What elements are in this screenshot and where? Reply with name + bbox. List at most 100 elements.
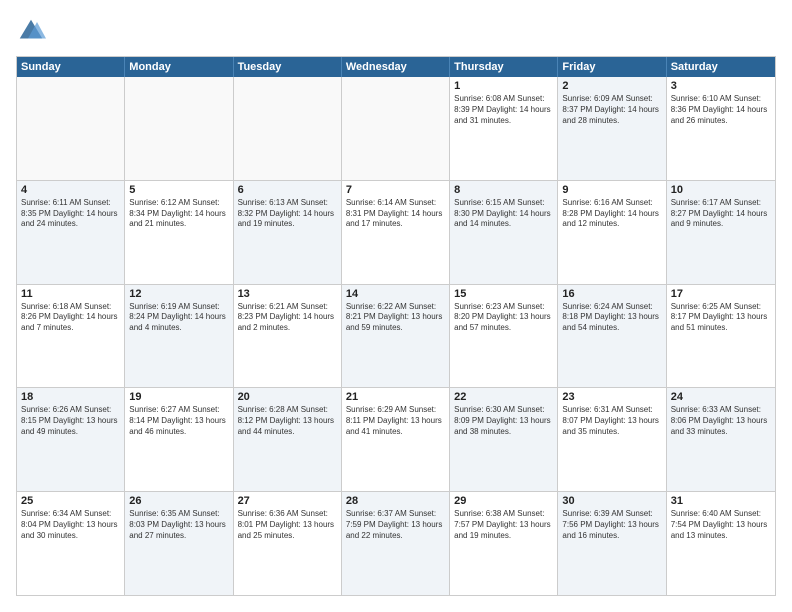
- day-number: 30: [562, 495, 661, 507]
- day-info: Sunrise: 6:13 AM Sunset: 8:32 PM Dayligh…: [238, 198, 337, 230]
- day-cell-25: 25 Sunrise: 6:34 AM Sunset: 8:04 PM Dayli…: [17, 492, 125, 595]
- day-number: 25: [21, 495, 120, 507]
- day-number: 14: [346, 288, 445, 300]
- day-cell-31: 31 Sunrise: 6:40 AM Sunset: 7:54 PM Dayli…: [667, 492, 775, 595]
- day-cell-12: 12 Sunrise: 6:19 AM Sunset: 8:24 PM Dayli…: [125, 285, 233, 388]
- day-info: Sunrise: 6:40 AM Sunset: 7:54 PM Dayligh…: [671, 509, 771, 541]
- day-number: 28: [346, 495, 445, 507]
- day-info: Sunrise: 6:38 AM Sunset: 7:57 PM Dayligh…: [454, 509, 553, 541]
- day-info: Sunrise: 6:35 AM Sunset: 8:03 PM Dayligh…: [129, 509, 228, 541]
- day-cell-9: 9 Sunrise: 6:16 AM Sunset: 8:28 PM Daylig…: [558, 181, 666, 284]
- day-cell-3: 3 Sunrise: 6:10 AM Sunset: 8:36 PM Daylig…: [667, 77, 775, 180]
- day-info: Sunrise: 6:23 AM Sunset: 8:20 PM Dayligh…: [454, 302, 553, 334]
- day-info: Sunrise: 6:21 AM Sunset: 8:23 PM Dayligh…: [238, 302, 337, 334]
- day-info: Sunrise: 6:39 AM Sunset: 7:56 PM Dayligh…: [562, 509, 661, 541]
- day-cell-30: 30 Sunrise: 6:39 AM Sunset: 7:56 PM Dayli…: [558, 492, 666, 595]
- day-number: 12: [129, 288, 228, 300]
- logo: [16, 16, 50, 46]
- calendar-week-5: 25 Sunrise: 6:34 AM Sunset: 8:04 PM Dayli…: [17, 492, 775, 595]
- day-number: 16: [562, 288, 661, 300]
- day-info: Sunrise: 6:14 AM Sunset: 8:31 PM Dayligh…: [346, 198, 445, 230]
- day-cell-23: 23Sunrise: 6:31 AM Sunset: 8:07 PM Dayli…: [558, 388, 666, 491]
- day-info: Sunrise: 6:33 AM Sunset: 8:06 PM Dayligh…: [671, 405, 771, 437]
- day-number: 29: [454, 495, 553, 507]
- day-number: 21: [346, 391, 445, 403]
- header-day-wednesday: Wednesday: [342, 57, 450, 77]
- day-info: Sunrise: 6:10 AM Sunset: 8:36 PM Dayligh…: [671, 94, 771, 126]
- day-cell-21: 21 Sunrise: 6:29 AM Sunset: 8:11 PM Dayli…: [342, 388, 450, 491]
- header: [16, 16, 776, 46]
- day-number: 17: [671, 288, 771, 300]
- day-number: 1: [454, 80, 553, 92]
- calendar: SundayMondayTuesdayWednesdayThursdayFrid…: [16, 56, 776, 596]
- empty-cell: [17, 77, 125, 180]
- day-cell-5: 5Sunrise: 6:12 AM Sunset: 8:34 PM Daylig…: [125, 181, 233, 284]
- day-cell-22: 22 Sunrise: 6:30 AM Sunset: 8:09 PM Dayli…: [450, 388, 558, 491]
- day-info: Sunrise: 6:30 AM Sunset: 8:09 PM Dayligh…: [454, 405, 553, 437]
- day-info: Sunrise: 6:29 AM Sunset: 8:11 PM Dayligh…: [346, 405, 445, 437]
- empty-cell: [342, 77, 450, 180]
- day-info: Sunrise: 6:16 AM Sunset: 8:28 PM Dayligh…: [562, 198, 661, 230]
- day-cell-19: 19Sunrise: 6:27 AM Sunset: 8:14 PM Dayli…: [125, 388, 233, 491]
- day-info: Sunrise: 6:19 AM Sunset: 8:24 PM Dayligh…: [129, 302, 228, 334]
- calendar-week-4: 18 Sunrise: 6:26 AM Sunset: 8:15 PM Dayli…: [17, 388, 775, 492]
- day-info: Sunrise: 6:22 AM Sunset: 8:21 PM Dayligh…: [346, 302, 445, 334]
- day-number: 7: [346, 184, 445, 196]
- calendar-header: SundayMondayTuesdayWednesdayThursdayFrid…: [17, 57, 775, 77]
- day-cell-29: 29 Sunrise: 6:38 AM Sunset: 7:57 PM Dayli…: [450, 492, 558, 595]
- day-info: Sunrise: 6:17 AM Sunset: 8:27 PM Dayligh…: [671, 198, 771, 230]
- calendar-week-2: 4Sunrise: 6:11 AM Sunset: 8:35 PM Daylig…: [17, 181, 775, 285]
- day-number: 11: [21, 288, 120, 300]
- day-number: 9: [562, 184, 661, 196]
- header-day-tuesday: Tuesday: [234, 57, 342, 77]
- day-cell-2: 2 Sunrise: 6:09 AM Sunset: 8:37 PM Daylig…: [558, 77, 666, 180]
- day-number: 27: [238, 495, 337, 507]
- day-number: 6: [238, 184, 337, 196]
- logo-icon: [16, 16, 46, 46]
- day-number: 4: [21, 184, 120, 196]
- day-number: 3: [671, 80, 771, 92]
- day-info: Sunrise: 6:25 AM Sunset: 8:17 PM Dayligh…: [671, 302, 771, 334]
- day-cell-11: 11 Sunrise: 6:18 AM Sunset: 8:26 PM Dayli…: [17, 285, 125, 388]
- header-day-monday: Monday: [125, 57, 233, 77]
- day-number: 26: [129, 495, 228, 507]
- day-info: Sunrise: 6:15 AM Sunset: 8:30 PM Dayligh…: [454, 198, 553, 230]
- day-info: Sunrise: 6:09 AM Sunset: 8:37 PM Dayligh…: [562, 94, 661, 126]
- day-cell-20: 20 Sunrise: 6:28 AM Sunset: 8:12 PM Dayli…: [234, 388, 342, 491]
- day-info: Sunrise: 6:28 AM Sunset: 8:12 PM Dayligh…: [238, 405, 337, 437]
- day-cell-8: 8 Sunrise: 6:15 AM Sunset: 8:30 PM Daylig…: [450, 181, 558, 284]
- day-number: 24: [671, 391, 771, 403]
- day-number: 19: [129, 391, 228, 403]
- calendar-week-1: 1Sunrise: 6:08 AM Sunset: 8:39 PM Daylig…: [17, 77, 775, 181]
- day-info: Sunrise: 6:12 AM Sunset: 8:34 PM Dayligh…: [129, 198, 228, 230]
- calendar-week-3: 11 Sunrise: 6:18 AM Sunset: 8:26 PM Dayli…: [17, 285, 775, 389]
- calendar-body: 1Sunrise: 6:08 AM Sunset: 8:39 PM Daylig…: [17, 77, 775, 595]
- header-day-sunday: Sunday: [17, 57, 125, 77]
- day-cell-13: 13Sunrise: 6:21 AM Sunset: 8:23 PM Dayli…: [234, 285, 342, 388]
- day-info: Sunrise: 6:26 AM Sunset: 8:15 PM Dayligh…: [21, 405, 120, 437]
- day-info: Sunrise: 6:36 AM Sunset: 8:01 PM Dayligh…: [238, 509, 337, 541]
- day-cell-10: 10Sunrise: 6:17 AM Sunset: 8:27 PM Dayli…: [667, 181, 775, 284]
- day-cell-16: 16Sunrise: 6:24 AM Sunset: 8:18 PM Dayli…: [558, 285, 666, 388]
- empty-cell: [234, 77, 342, 180]
- day-info: Sunrise: 6:34 AM Sunset: 8:04 PM Dayligh…: [21, 509, 120, 541]
- day-cell-4: 4Sunrise: 6:11 AM Sunset: 8:35 PM Daylig…: [17, 181, 125, 284]
- day-number: 31: [671, 495, 771, 507]
- day-number: 23: [562, 391, 661, 403]
- day-cell-26: 26 Sunrise: 6:35 AM Sunset: 8:03 PM Dayli…: [125, 492, 233, 595]
- day-cell-1: 1Sunrise: 6:08 AM Sunset: 8:39 PM Daylig…: [450, 77, 558, 180]
- header-day-saturday: Saturday: [667, 57, 775, 77]
- day-number: 8: [454, 184, 553, 196]
- day-cell-28: 28Sunrise: 6:37 AM Sunset: 7:59 PM Dayli…: [342, 492, 450, 595]
- day-number: 20: [238, 391, 337, 403]
- header-day-friday: Friday: [558, 57, 666, 77]
- day-number: 18: [21, 391, 120, 403]
- day-cell-15: 15Sunrise: 6:23 AM Sunset: 8:20 PM Dayli…: [450, 285, 558, 388]
- day-cell-14: 14 Sunrise: 6:22 AM Sunset: 8:21 PM Dayli…: [342, 285, 450, 388]
- day-info: Sunrise: 6:18 AM Sunset: 8:26 PM Dayligh…: [21, 302, 120, 334]
- page: SundayMondayTuesdayWednesdayThursdayFrid…: [0, 0, 792, 612]
- day-cell-18: 18 Sunrise: 6:26 AM Sunset: 8:15 PM Dayli…: [17, 388, 125, 491]
- day-number: 22: [454, 391, 553, 403]
- day-number: 2: [562, 80, 661, 92]
- header-day-thursday: Thursday: [450, 57, 558, 77]
